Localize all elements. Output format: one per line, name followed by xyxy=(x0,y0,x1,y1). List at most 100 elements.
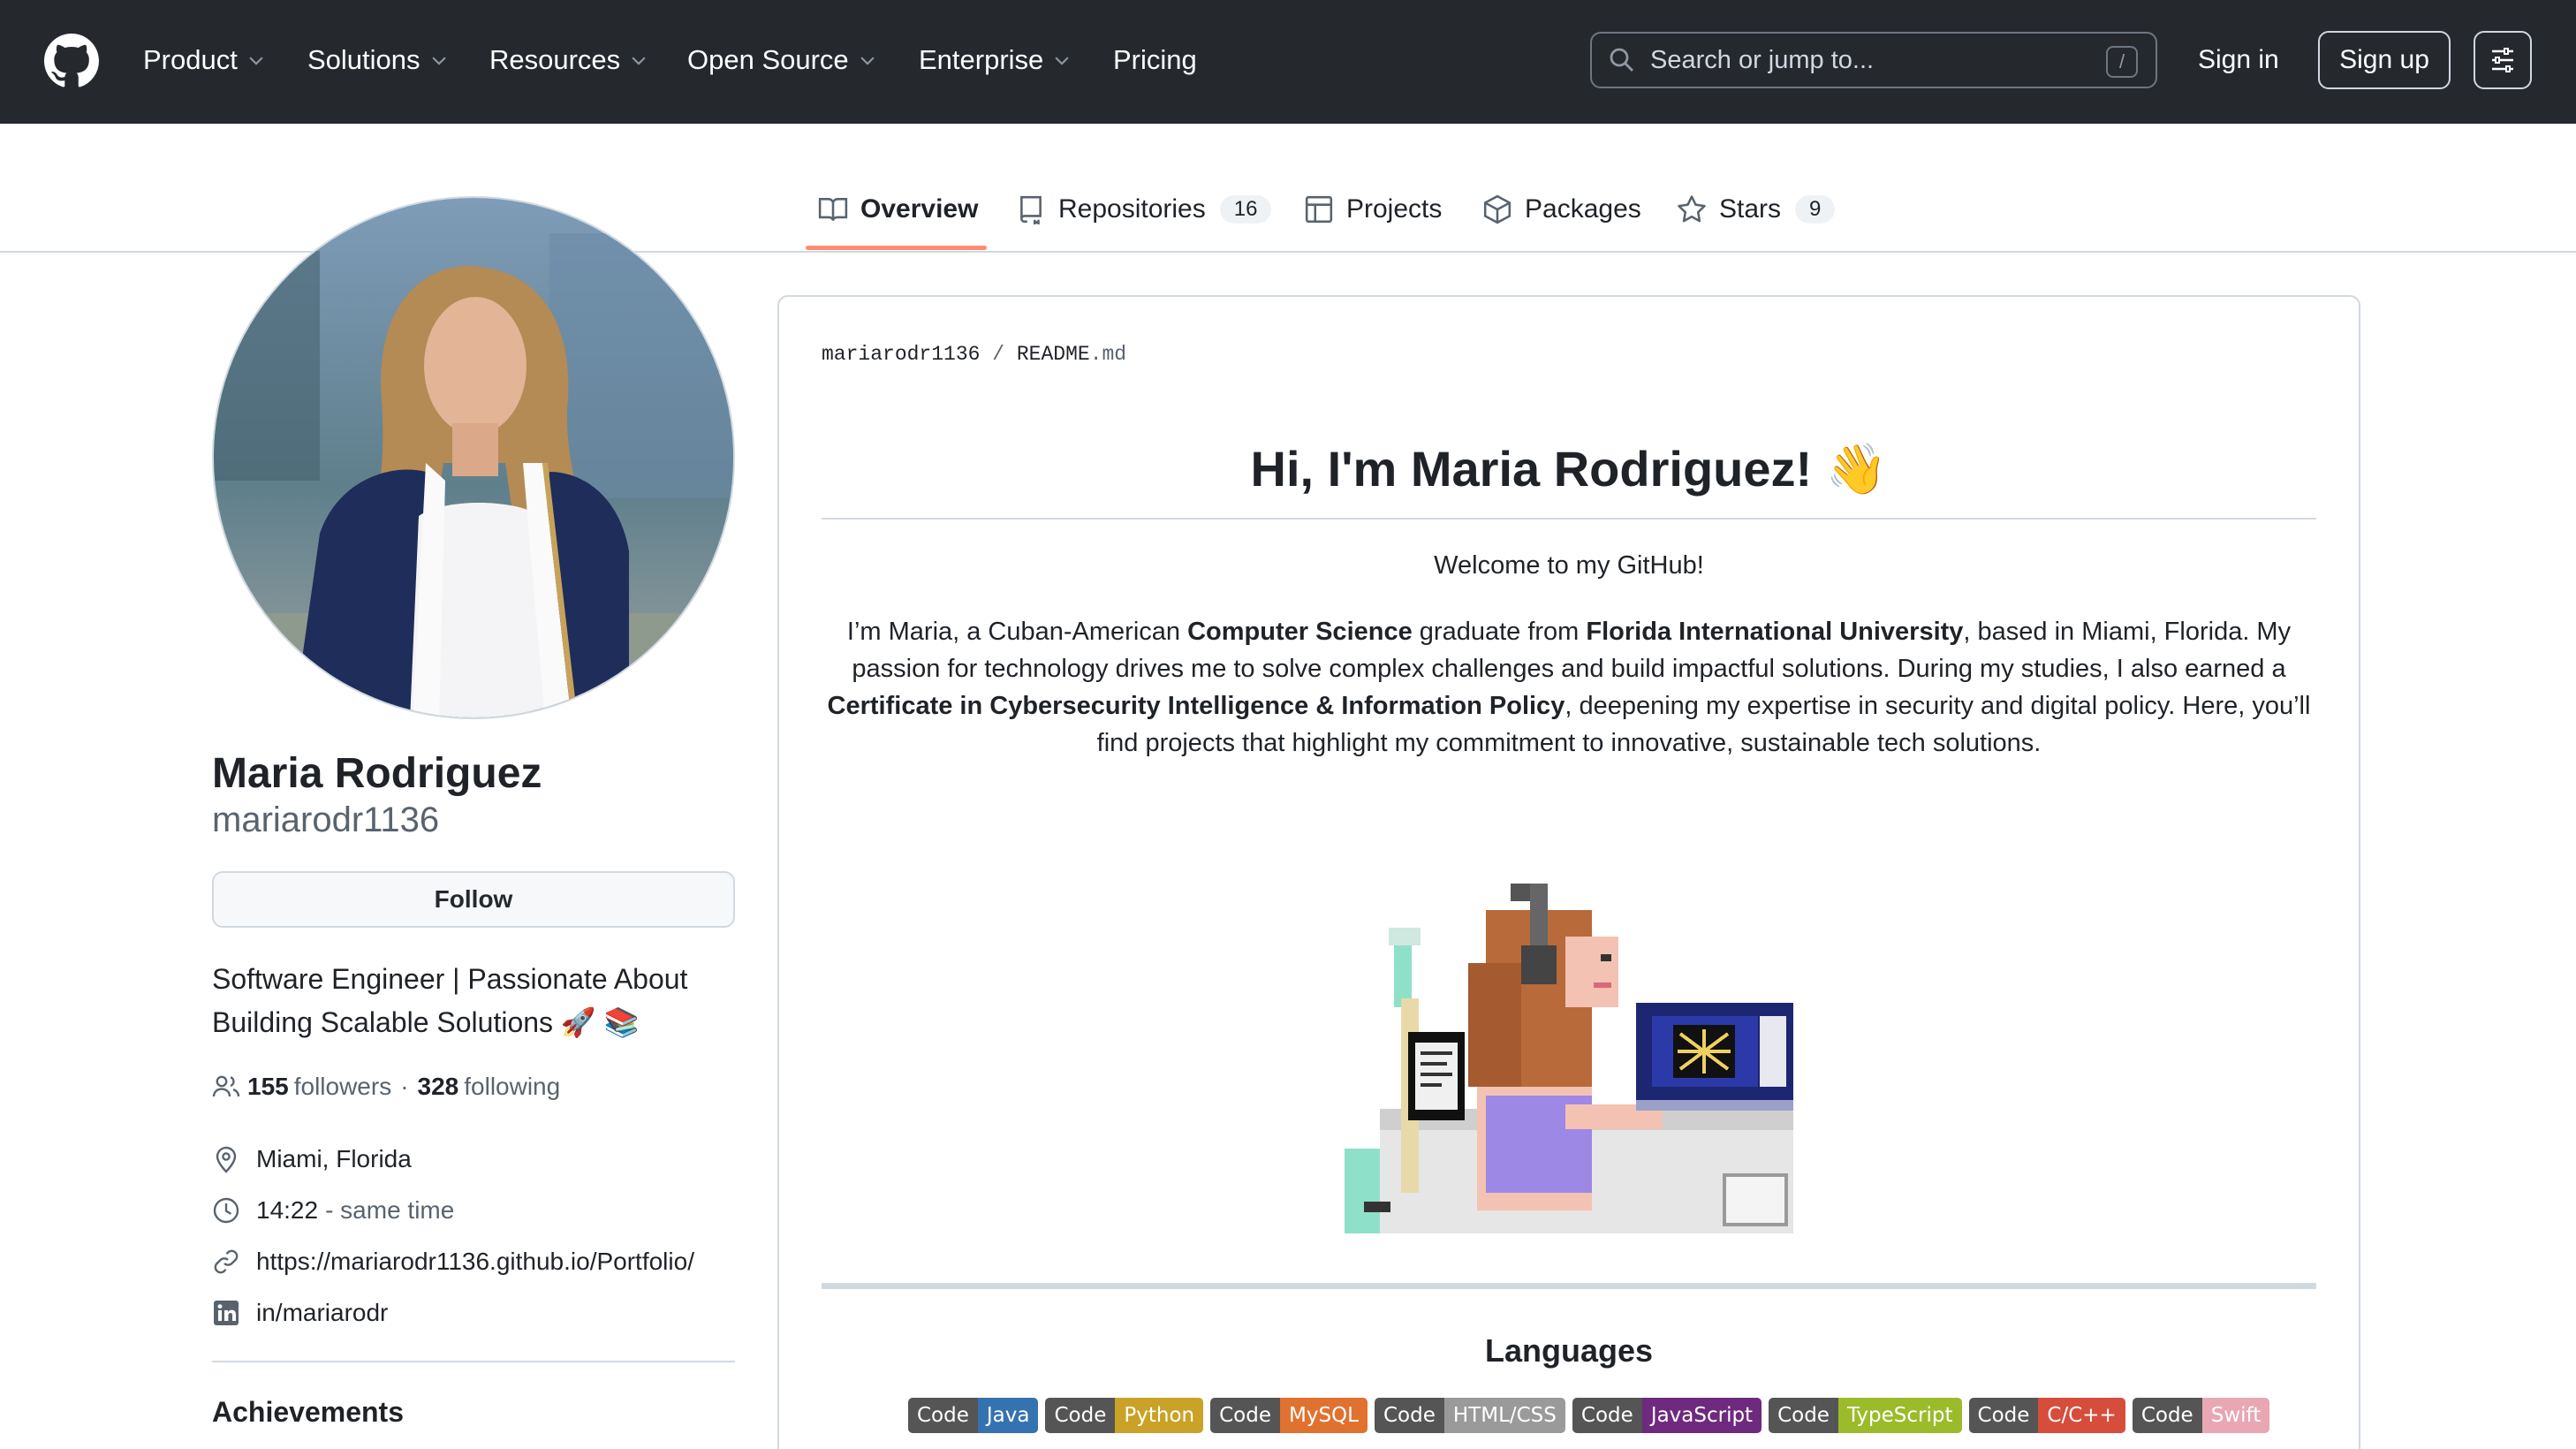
nav-product-label: Product xyxy=(143,44,238,75)
table-icon xyxy=(1305,195,1333,224)
profile-location: Miami, Florida xyxy=(212,1145,412,1173)
tab-repositories-label: Repositories xyxy=(1058,194,1206,224)
readme-breadcrumb: mariarodr1136 / README.md xyxy=(822,343,1126,366)
badge-python: Code Python xyxy=(1045,1398,1204,1433)
nav-solutions[interactable]: Solutions xyxy=(307,41,449,80)
tab-overview-label: Overview xyxy=(860,194,979,224)
followers-label[interactable]: followers xyxy=(294,1073,391,1101)
repositories-count-badge: 16 xyxy=(1219,195,1272,224)
global-header: Product Solutions Resources Open Source … xyxy=(0,0,2576,124)
stars-count-badge: 9 xyxy=(1795,195,1836,224)
profile-username: mariarodr1136 xyxy=(212,800,440,839)
nav-solutions-label: Solutions xyxy=(307,44,420,75)
language-badges: Code Java Code Python Code MySQL Code HTML/C… xyxy=(908,1398,2270,1433)
readme-intro-paragraph: I’m Maria, a Cuban-American Computer Sci… xyxy=(822,613,2316,762)
nav-pricing-label: Pricing xyxy=(1113,44,1197,75)
badge-java: Code Java xyxy=(908,1398,1039,1433)
badge-c-cpp: Code C/C++ xyxy=(1968,1398,2125,1433)
tab-repositories[interactable]: Repositories 16 xyxy=(1016,186,1272,233)
badge-value: MySQL xyxy=(1280,1398,1368,1433)
follow-stats: 155 followers · 328 following xyxy=(212,1073,560,1101)
profile-website[interactable]: https://mariarodr1136.github.io/Portfoli… xyxy=(212,1248,694,1276)
chevron-down-icon xyxy=(860,57,875,65)
badge-typescript: Code TypeScript xyxy=(1769,1398,1962,1433)
tab-projects-label: Projects xyxy=(1346,194,1443,224)
bio-line-1: Software Engineer | Passionate About xyxy=(212,963,688,995)
book-icon xyxy=(818,198,848,221)
tab-projects[interactable]: Projects xyxy=(1304,186,1442,233)
tab-stars-label: Stars xyxy=(1719,194,1782,224)
badge-label: Code xyxy=(2132,1398,2202,1433)
pixel-art-coder-illustration xyxy=(1345,884,1793,1233)
package-icon xyxy=(1483,194,1512,224)
avatar-photo xyxy=(214,198,733,717)
badge-value: C/C++ xyxy=(2038,1398,2125,1433)
time-text: 14:22 xyxy=(256,1196,319,1224)
badge-label: Code xyxy=(1045,1398,1116,1433)
chevron-down-icon xyxy=(431,57,446,65)
readme-file-name: README xyxy=(1016,343,1090,366)
tab-stars[interactable]: Stars 9 xyxy=(1677,186,1836,233)
search-icon xyxy=(1610,48,1633,72)
badge-value: HTML/CSS xyxy=(1443,1398,1565,1433)
badge-value: Java xyxy=(977,1398,1039,1433)
languages-heading: Languages xyxy=(1484,1332,1654,1369)
star-icon xyxy=(1678,195,1706,223)
search-input[interactable]: Search or jump to... / xyxy=(1590,32,2157,88)
badge-label: Code xyxy=(1572,1398,1642,1433)
intro-text-2: graduate from xyxy=(1412,618,1587,646)
badge-label: Code xyxy=(1968,1398,2039,1433)
nav-enterprise[interactable]: Enterprise xyxy=(919,41,1072,80)
chevron-down-icon xyxy=(249,57,263,65)
badge-swift: Code Swift xyxy=(2132,1398,2270,1433)
location-text: Miami, Florida xyxy=(256,1145,412,1172)
profile-linkedin[interactable]: in/mariarodr xyxy=(212,1299,388,1327)
sliders-icon xyxy=(2492,48,2513,72)
badge-mysql: Code MySQL xyxy=(1210,1398,1368,1433)
badge-html-css: Code HTML/CSS xyxy=(1374,1398,1565,1433)
intro-bold-3: Certificate in Cybersecurity Intelligenc… xyxy=(827,692,1565,720)
readme-owner-link[interactable]: mariarodr1136 xyxy=(822,343,980,366)
intro-bold-1: Computer Science xyxy=(1187,618,1413,646)
search-placeholder: Search or jump to... xyxy=(1650,45,1875,74)
nav-pricing[interactable]: Pricing xyxy=(1113,41,1197,80)
readme-welcome: Welcome to my GitHub! xyxy=(1434,551,1704,580)
nav-enterprise-label: Enterprise xyxy=(919,44,1044,75)
sign-in-link[interactable]: Sign in xyxy=(2198,41,2279,80)
linkedin-link[interactable]: in/mariarodr xyxy=(256,1299,388,1327)
tab-packages[interactable]: Packages xyxy=(1482,186,1641,233)
chevron-down-icon xyxy=(632,57,646,65)
readme-heading: Hi, I'm Maria Rodriguez! 👋 xyxy=(1250,441,1888,497)
follow-button[interactable]: Follow xyxy=(212,871,735,928)
website-link[interactable]: https://mariarodr1136.github.io/Portfoli… xyxy=(256,1248,694,1276)
link-icon xyxy=(214,1249,239,1274)
time-note: - same time xyxy=(325,1196,455,1224)
followers-count[interactable]: 155 xyxy=(247,1073,289,1101)
sidebar-divider xyxy=(212,1361,735,1362)
breadcrumb-separator: / xyxy=(992,343,1005,366)
badge-label: Code xyxy=(1769,1398,1838,1433)
nav-open-source-label: Open Source xyxy=(687,44,849,75)
badge-value: JavaScript xyxy=(1641,1398,1762,1433)
search-shortcut-key: / xyxy=(2106,46,2138,78)
profile-local-time: 14:22 - same time xyxy=(212,1196,454,1225)
menu-button[interactable] xyxy=(2474,31,2532,89)
following-label[interactable]: following xyxy=(464,1073,560,1101)
github-logo-icon[interactable] xyxy=(44,34,99,88)
badge-label: Code xyxy=(1210,1398,1280,1433)
nav-resources-label: Resources xyxy=(489,44,621,75)
achievements-heading[interactable]: Achievements xyxy=(212,1396,404,1429)
badge-label: Code xyxy=(908,1398,978,1433)
readme-file-ext: .md xyxy=(1089,343,1127,366)
section-divider xyxy=(822,1283,2316,1289)
sign-up-button[interactable]: Sign up xyxy=(2318,31,2451,89)
profile-bio: Software Engineer | Passionate About Bui… xyxy=(212,958,742,1044)
nav-resources[interactable]: Resources xyxy=(489,41,648,80)
nav-open-source[interactable]: Open Source xyxy=(687,41,877,80)
badge-value: Swift xyxy=(2201,1398,2270,1433)
location-pin-icon xyxy=(216,1146,237,1173)
avatar[interactable] xyxy=(212,196,735,719)
nav-product[interactable]: Product xyxy=(143,41,266,80)
tab-overview[interactable]: Overview xyxy=(818,186,978,233)
following-count[interactable]: 328 xyxy=(418,1073,459,1101)
